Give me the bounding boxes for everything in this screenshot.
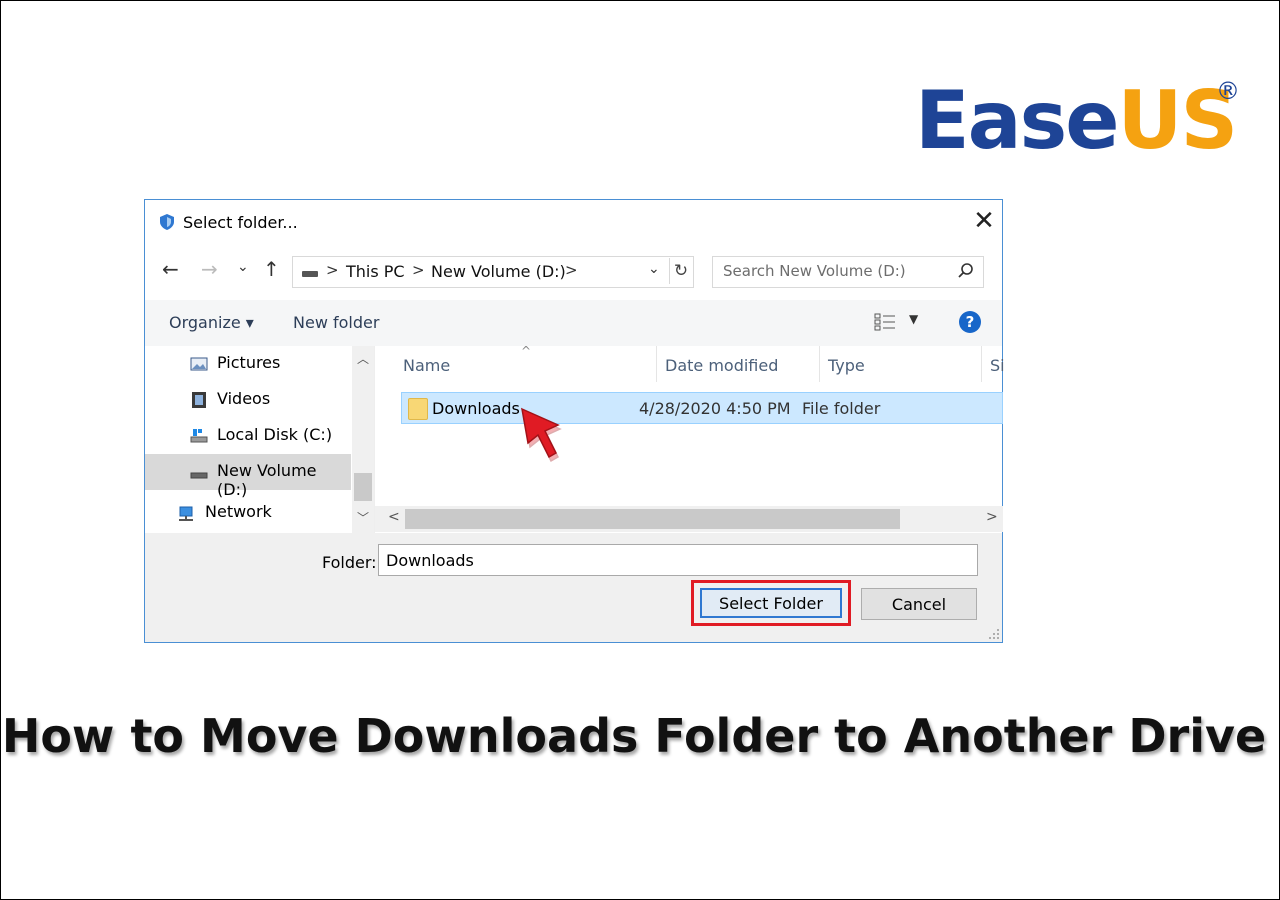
column-date-modified[interactable]: Date modified bbox=[665, 356, 778, 375]
navigation-pane: Pictures Videos Local Disk (C:) New Volu… bbox=[145, 346, 374, 533]
up-button[interactable]: ↑ bbox=[263, 258, 280, 280]
sidebar-item-label: Local Disk (C:) bbox=[217, 425, 333, 444]
select-folder-dialog: Select folder... ✕ ← → ⌄ ↑ > This PC > N… bbox=[144, 199, 1005, 643]
file-date: 4/28/2020 4:50 PM bbox=[639, 399, 791, 418]
caption-title: How to Move Downloads Folder to Another … bbox=[1, 709, 1267, 763]
drive-icon bbox=[302, 271, 318, 277]
sidebar-item-label: New Volume (D:) bbox=[217, 461, 317, 499]
search-box[interactable]: Search New Volume (D:) bbox=[712, 256, 984, 288]
table-row[interactable]: Downloads 4/28/2020 4:50 PM File folder bbox=[401, 392, 1003, 424]
sidebar-item-label: Network bbox=[205, 502, 272, 521]
address-bar[interactable]: > This PC > New Volume (D:) > ⌄ ↻ bbox=[292, 256, 694, 288]
address-dropdown[interactable]: ⌄ bbox=[648, 261, 660, 277]
file-name: Downloads bbox=[432, 399, 520, 418]
shield-icon bbox=[160, 214, 174, 230]
column-divider[interactable] bbox=[819, 346, 820, 382]
scroll-thumb[interactable] bbox=[354, 473, 372, 501]
sort-ascending-icon: ^ bbox=[521, 344, 532, 358]
scroll-right-icon[interactable]: > bbox=[986, 509, 998, 525]
scroll-thumb[interactable] bbox=[405, 509, 900, 529]
dialog-footer: Folder: Select Folder Cancel bbox=[145, 533, 1002, 642]
breadcrumb-this-pc[interactable]: This PC bbox=[346, 262, 405, 281]
registered-mark: ® bbox=[1216, 77, 1240, 105]
logo-ease: Ease bbox=[915, 74, 1120, 167]
help-button[interactable]: ? bbox=[959, 311, 981, 333]
file-list: ^ Name Date modified Type Si Downloads 4… bbox=[374, 344, 1005, 533]
horizontal-scrollbar[interactable]: < > bbox=[375, 506, 1003, 532]
select-folder-button[interactable]: Select Folder bbox=[700, 588, 842, 618]
command-bar: Organize ▾ New folder ▼ ? bbox=[145, 300, 1002, 346]
sidebar-item-label: Videos bbox=[217, 389, 271, 408]
sidebar-item-new-volume[interactable]: New Volume (D:) bbox=[145, 454, 351, 499]
breadcrumb-separator: > bbox=[326, 261, 339, 279]
column-divider[interactable] bbox=[656, 346, 657, 382]
breadcrumb-new-volume[interactable]: New Volume (D:) bbox=[431, 262, 566, 281]
sidebar-item-label: Pictures bbox=[217, 353, 281, 372]
sidebar-item-pictures[interactable]: Pictures bbox=[145, 346, 351, 382]
close-button[interactable]: ✕ bbox=[971, 208, 997, 236]
breadcrumb-separator: > bbox=[412, 261, 425, 279]
videos-icon bbox=[192, 392, 206, 408]
column-name[interactable]: Name bbox=[403, 356, 450, 375]
image-frame: EaseUS ® Select folder... ✕ ← → ⌄ ↑ > Th… bbox=[0, 0, 1280, 900]
network-icon bbox=[179, 506, 193, 521]
file-type: File folder bbox=[802, 399, 881, 418]
cancel-button[interactable]: Cancel bbox=[861, 588, 977, 620]
sidebar-item-network[interactable]: Network bbox=[145, 499, 351, 535]
scroll-up-icon[interactable]: ︿ bbox=[357, 350, 369, 367]
organize-menu[interactable]: Organize ▾ bbox=[169, 313, 254, 332]
navigation-scrollbar[interactable]: ︿ ﹀ bbox=[352, 346, 374, 533]
refresh-button[interactable]: ↻ bbox=[669, 258, 692, 284]
title-bar: Select folder... ✕ bbox=[145, 200, 1002, 244]
folder-label: Folder: bbox=[322, 553, 377, 572]
column-size[interactable]: Si bbox=[990, 356, 1005, 375]
local-disk-icon bbox=[190, 429, 208, 443]
drive-icon bbox=[190, 472, 208, 479]
search-placeholder: Search New Volume (D:) bbox=[723, 262, 906, 280]
view-options-dropdown[interactable]: ▼ bbox=[909, 312, 918, 326]
column-type[interactable]: Type bbox=[828, 356, 865, 375]
navigation-bar: ← → ⌄ ↑ > This PC > New Volume (D:) > ⌄ … bbox=[145, 244, 1002, 300]
sidebar-item-videos[interactable]: Videos bbox=[145, 382, 351, 418]
sidebar-item-local-disk[interactable]: Local Disk (C:) bbox=[145, 418, 351, 454]
pictures-icon bbox=[190, 357, 208, 371]
view-options-icon[interactable] bbox=[874, 313, 896, 331]
recent-locations-button[interactable]: ⌄ bbox=[237, 256, 249, 278]
folder-icon bbox=[408, 398, 428, 420]
forward-button[interactable]: → bbox=[201, 258, 218, 280]
scroll-down-icon[interactable]: ﹀ bbox=[357, 509, 369, 526]
search-icon bbox=[958, 263, 973, 278]
scroll-left-icon[interactable]: < bbox=[388, 509, 400, 525]
column-divider[interactable] bbox=[981, 346, 982, 382]
easeus-logo: EaseUS ® bbox=[915, 79, 1240, 161]
new-folder-button[interactable]: New folder bbox=[293, 313, 379, 332]
dialog-title: Select folder... bbox=[183, 213, 298, 232]
folder-name-input[interactable] bbox=[378, 544, 978, 576]
breadcrumb-separator: > bbox=[565, 261, 578, 279]
back-button[interactable]: ← bbox=[162, 258, 179, 280]
red-arrow-pointer-icon bbox=[521, 407, 562, 463]
resize-grip-icon[interactable] bbox=[988, 628, 1000, 640]
